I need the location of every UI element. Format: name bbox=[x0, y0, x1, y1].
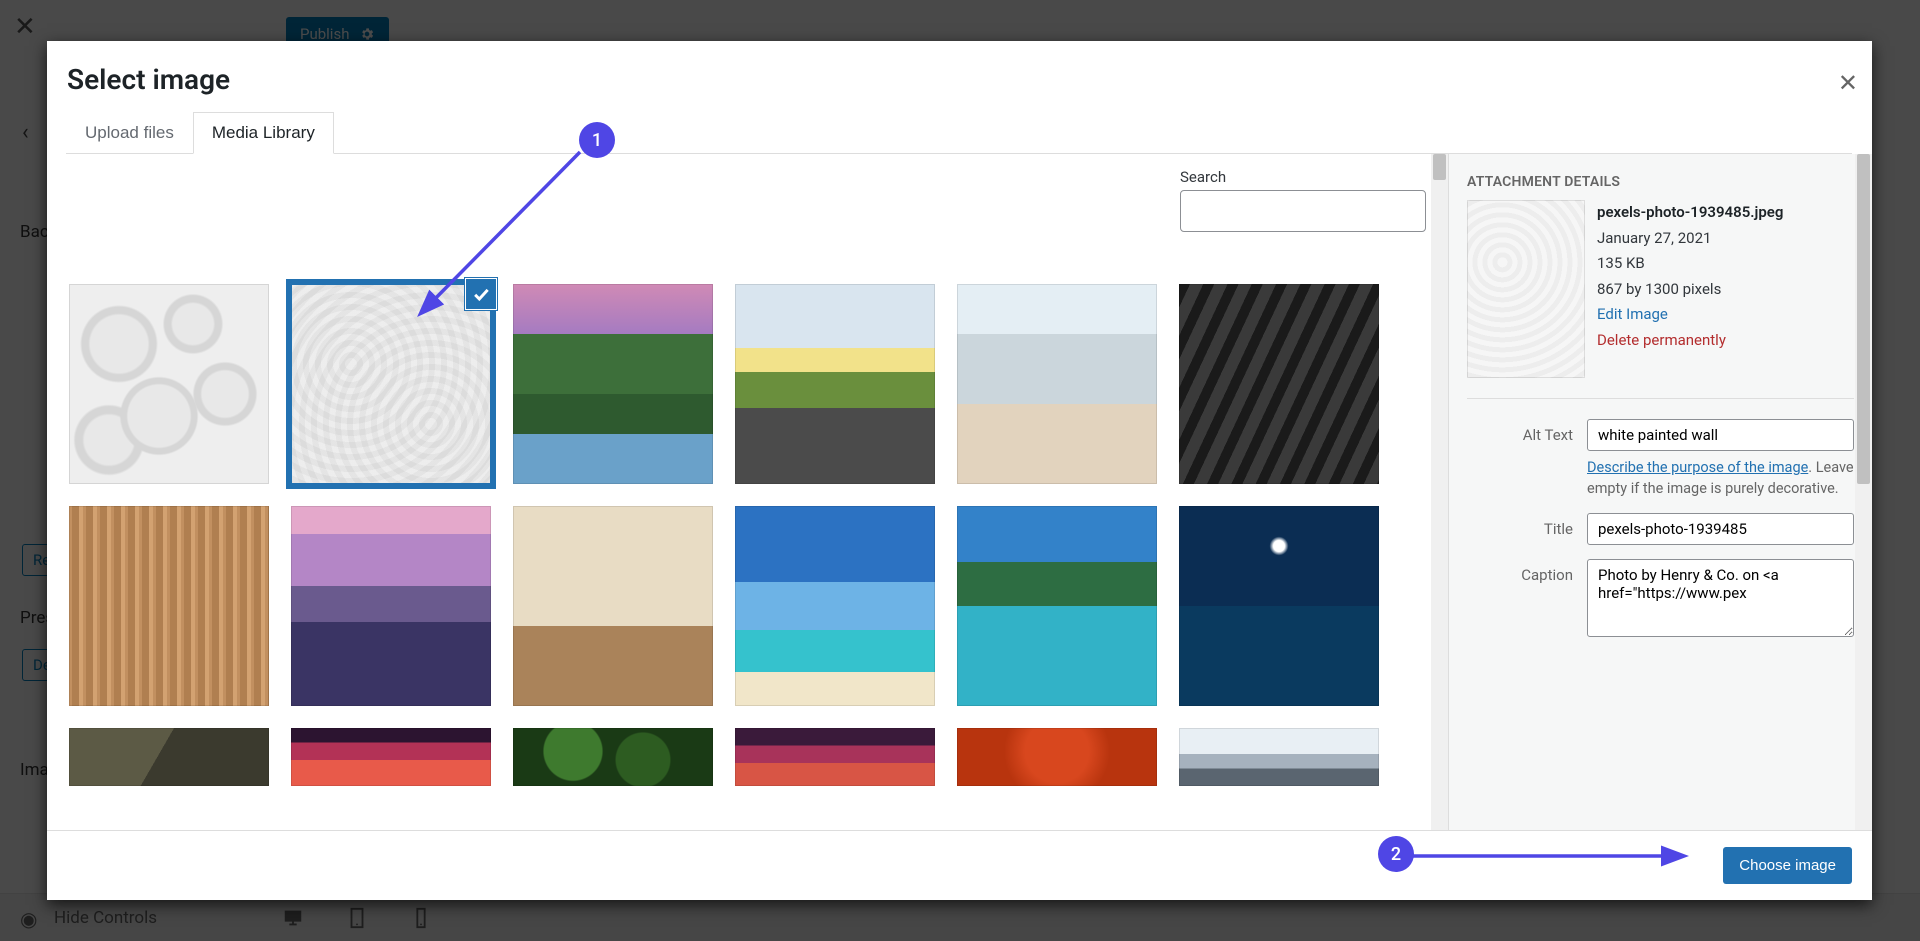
media-thumb[interactable] bbox=[735, 728, 935, 786]
divider bbox=[1467, 398, 1854, 399]
media-thumb[interactable] bbox=[69, 284, 269, 484]
media-thumb[interactable] bbox=[957, 284, 1157, 484]
selected-check-icon[interactable] bbox=[466, 279, 496, 309]
media-thumb[interactable] bbox=[291, 506, 491, 706]
title-row: Title bbox=[1467, 513, 1854, 545]
modal-body: Search bbox=[47, 154, 1872, 830]
modal-header: Select image ✕ Upload files Media Librar… bbox=[47, 41, 1872, 154]
attachment-date: January 27, 2021 bbox=[1597, 226, 1783, 252]
media-scrollbar[interactable] bbox=[1431, 154, 1448, 830]
attachment-details-panel: ATTACHMENT DETAILS pexels-photo-1939485.… bbox=[1448, 154, 1872, 830]
edit-image-link[interactable]: Edit Image bbox=[1597, 302, 1783, 328]
close-icon[interactable]: ✕ bbox=[1838, 69, 1858, 97]
modal-tabs: Upload files Media Library bbox=[66, 112, 1852, 154]
alt-text-label: Alt Text bbox=[1467, 419, 1587, 444]
attachment-thumbnail bbox=[1467, 200, 1585, 378]
caption-textarea[interactable] bbox=[1587, 559, 1854, 637]
title-label: Title bbox=[1467, 513, 1587, 538]
media-grid bbox=[69, 284, 1426, 786]
attachment-summary: pexels-photo-1939485.jpeg January 27, 20… bbox=[1467, 200, 1854, 378]
search-input[interactable] bbox=[1180, 190, 1426, 232]
tab-upload-files[interactable]: Upload files bbox=[66, 112, 193, 154]
choose-image-button[interactable]: Choose image bbox=[1723, 847, 1852, 884]
modal-footer: Choose image bbox=[47, 830, 1872, 900]
alt-text-help: Describe the purpose of the image. Leave… bbox=[1587, 457, 1854, 499]
media-thumb[interactable] bbox=[69, 506, 269, 706]
search-label: Search bbox=[1180, 168, 1426, 186]
search-row: Search bbox=[47, 154, 1448, 232]
attachment-details-heading: ATTACHMENT DETAILS bbox=[1467, 174, 1854, 190]
media-thumb[interactable] bbox=[513, 506, 713, 706]
annotation-badge-1: 1 bbox=[579, 122, 615, 158]
delete-permanently-link[interactable]: Delete permanently bbox=[1597, 328, 1783, 354]
media-thumb[interactable] bbox=[1179, 506, 1379, 706]
attachment-meta: pexels-photo-1939485.jpeg January 27, 20… bbox=[1597, 200, 1783, 378]
attachment-filename: pexels-photo-1939485.jpeg bbox=[1597, 200, 1783, 226]
media-thumb[interactable] bbox=[957, 728, 1157, 786]
modal-title: Select image bbox=[67, 63, 1852, 96]
media-thumb[interactable] bbox=[513, 728, 713, 786]
media-thumb[interactable] bbox=[1179, 284, 1379, 484]
media-thumb[interactable] bbox=[513, 284, 713, 484]
media-thumb[interactable] bbox=[957, 506, 1157, 706]
title-input[interactable] bbox=[1587, 513, 1854, 545]
attachment-filesize: 135 KB bbox=[1597, 251, 1783, 277]
media-thumb[interactable] bbox=[735, 506, 935, 706]
details-scrollbar[interactable] bbox=[1855, 154, 1872, 830]
media-grid-scroll[interactable] bbox=[47, 232, 1448, 830]
caption-label: Caption bbox=[1467, 559, 1587, 584]
media-grid-area: Search bbox=[47, 154, 1448, 830]
scrollbar-thumb[interactable] bbox=[1433, 154, 1446, 180]
media-modal: Select image ✕ Upload files Media Librar… bbox=[47, 41, 1872, 900]
annotation-badge-2: 2 bbox=[1378, 836, 1414, 872]
media-thumb[interactable] bbox=[69, 728, 269, 786]
media-thumb[interactable] bbox=[1179, 728, 1379, 786]
media-thumb[interactable] bbox=[735, 284, 935, 484]
media-thumb-selected[interactable] bbox=[291, 284, 491, 484]
attachment-dimensions: 867 by 1300 pixels bbox=[1597, 277, 1783, 303]
media-thumb[interactable] bbox=[291, 728, 491, 786]
scrollbar-thumb[interactable] bbox=[1857, 154, 1870, 484]
tab-media-library[interactable]: Media Library bbox=[193, 112, 334, 154]
alt-help-link[interactable]: Describe the purpose of the image bbox=[1587, 459, 1808, 476]
caption-row: Caption bbox=[1467, 559, 1854, 641]
alt-text-row: Alt Text Describe the purpose of the ima… bbox=[1467, 419, 1854, 499]
alt-text-input[interactable] bbox=[1587, 419, 1854, 451]
